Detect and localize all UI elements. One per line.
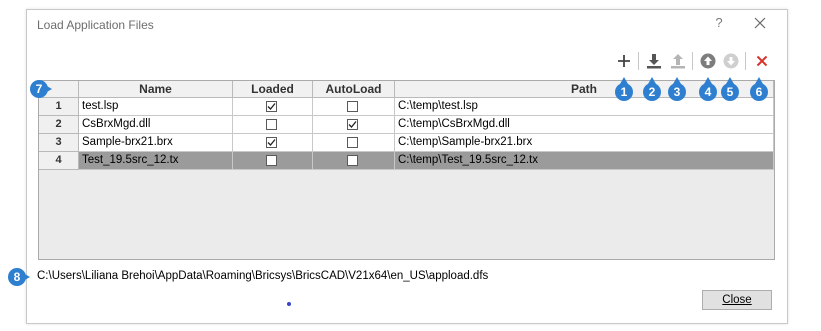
toolbar-separator bbox=[638, 52, 639, 70]
row-number: 1 bbox=[39, 98, 79, 116]
path-cell: C:\temp\CsBrxMgd.dll bbox=[395, 116, 774, 134]
callout-badge-7: 7 bbox=[30, 80, 52, 98]
remove-icon[interactable] bbox=[753, 52, 771, 70]
unload-icon[interactable] bbox=[669, 52, 687, 70]
callout-badge-6: 6 bbox=[750, 77, 768, 101]
cursor-dot bbox=[287, 302, 291, 306]
loaded-checkbox[interactable] bbox=[266, 137, 277, 148]
file-name-cell: Sample-brx21.brx bbox=[79, 134, 233, 152]
callout-badge-1: 1 bbox=[615, 77, 633, 101]
autoload-cell bbox=[313, 152, 395, 170]
move-down-icon[interactable] bbox=[722, 52, 740, 70]
table-row[interactable]: 1 test.lsp C:\temp\test.lsp bbox=[39, 98, 774, 116]
load-application-files-dialog: Load Application Files ? Name Loaded Aut… bbox=[8, 9, 788, 324]
autoload-cell bbox=[313, 98, 395, 116]
close-button-label: Close bbox=[722, 294, 752, 306]
callout-badge-2: 2 bbox=[643, 77, 661, 101]
file-name-cell: Test_19.5src_12.tx bbox=[79, 152, 233, 170]
callout-badge-3: 3 bbox=[668, 77, 686, 101]
load-icon[interactable] bbox=[645, 52, 663, 70]
loaded-checkbox[interactable] bbox=[266, 155, 277, 166]
autoload-checkbox[interactable] bbox=[347, 137, 358, 148]
loaded-cell bbox=[233, 116, 313, 134]
column-header-name[interactable]: Name bbox=[79, 81, 233, 98]
add-icon[interactable] bbox=[615, 52, 633, 70]
appload-file-path: C:\Users\Liliana Brehoi\AppData\Roaming\… bbox=[37, 270, 489, 282]
autoload-checkbox[interactable] bbox=[347, 119, 358, 130]
callout-badge-5: 5 bbox=[721, 77, 739, 101]
row-number: 4 bbox=[39, 152, 79, 170]
file-name-cell: test.lsp bbox=[79, 98, 233, 116]
column-header-autoload[interactable]: AutoLoad bbox=[313, 81, 395, 98]
callout-badge-8: 8 bbox=[8, 268, 30, 286]
help-button[interactable]: ? bbox=[711, 15, 727, 33]
path-cell: C:\temp\Test_19.5src_12.tx bbox=[395, 152, 774, 170]
table-row[interactable]: 4 Test_19.5src_12.tx C:\temp\Test_19.5sr… bbox=[39, 152, 774, 170]
column-header-path[interactable]: Path bbox=[395, 81, 774, 98]
path-cell: C:\temp\test.lsp bbox=[395, 98, 774, 116]
loaded-checkbox[interactable] bbox=[266, 101, 277, 112]
autoload-checkbox[interactable] bbox=[347, 101, 358, 112]
dialog-title: Load Application Files bbox=[37, 18, 154, 32]
row-number: 3 bbox=[39, 134, 79, 152]
close-button[interactable]: Close bbox=[702, 290, 772, 310]
column-header-loaded[interactable]: Loaded bbox=[233, 81, 313, 98]
loaded-cell bbox=[233, 134, 313, 152]
toolbar-separator bbox=[745, 52, 746, 70]
table-row[interactable]: 3 Sample-brx21.brx C:\temp\Sample-brx21.… bbox=[39, 134, 774, 152]
row-number: 2 bbox=[39, 116, 79, 134]
table-row[interactable]: 2 CsBrxMgd.dll C:\temp\CsBrxMgd.dll bbox=[39, 116, 774, 134]
loaded-checkbox[interactable] bbox=[266, 119, 277, 130]
close-icon[interactable] bbox=[751, 14, 769, 32]
loaded-cell bbox=[233, 152, 313, 170]
application-files-table[interactable]: Name Loaded AutoLoad Path 1 test.lsp C:\… bbox=[38, 80, 775, 306]
toolbar-separator bbox=[692, 52, 693, 70]
autoload-cell bbox=[313, 134, 395, 152]
autoload-cell bbox=[313, 116, 395, 134]
autoload-checkbox[interactable] bbox=[347, 155, 358, 166]
loaded-cell bbox=[233, 98, 313, 116]
callout-badge-4: 4 bbox=[699, 77, 717, 101]
move-up-icon[interactable] bbox=[699, 52, 717, 70]
path-cell: C:\temp\Sample-brx21.brx bbox=[395, 134, 774, 152]
file-name-cell: CsBrxMgd.dll bbox=[79, 116, 233, 134]
